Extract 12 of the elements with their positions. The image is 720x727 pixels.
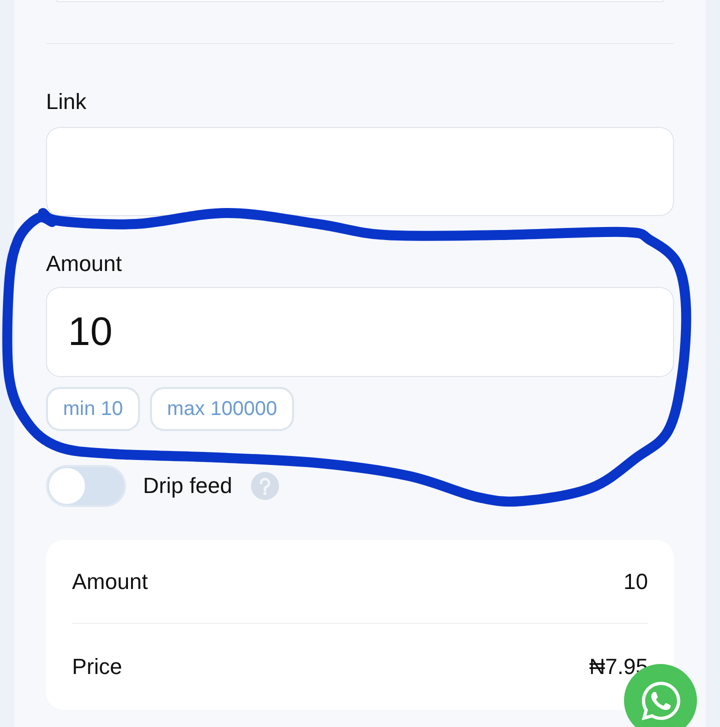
limit-chip[interactable]: min 10 — [46, 387, 140, 431]
help-icon[interactable] — [251, 472, 280, 500]
drip-feed-label: Drip feed — [143, 473, 232, 499]
summary-value: 10 — [624, 568, 648, 594]
field-label: Amount — [46, 251, 123, 277]
drip-feed-switch[interactable] — [46, 465, 126, 507]
amount-input[interactable]: 10 — [46, 287, 674, 377]
limit-chip[interactable]: max 100000 — [150, 387, 294, 431]
summary-label: Price — [72, 654, 122, 680]
summary-label: Amount — [72, 568, 148, 594]
field-label: Link — [46, 89, 88, 115]
link-input[interactable] — [46, 127, 674, 216]
